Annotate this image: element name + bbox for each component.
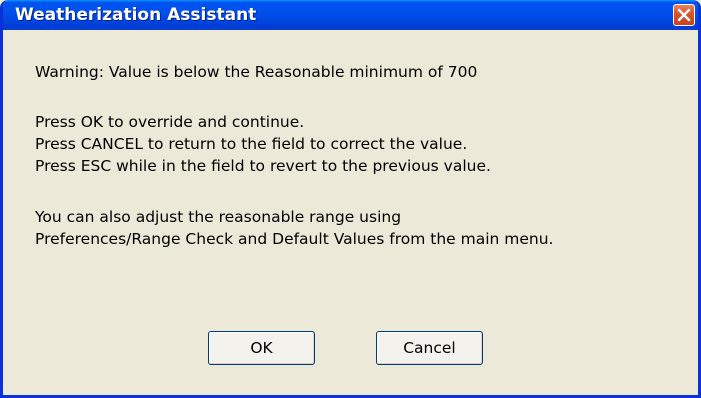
window-title: Weatherization Assistant [15, 5, 257, 25]
instruction-esc: Press ESC while in the field to revert t… [35, 157, 491, 175]
close-button[interactable] [673, 4, 695, 26]
dialog-window: Weatherization Assistant Warning: Value … [0, 0, 701, 398]
range-hint-line1: You can also adjust the reasonable range… [35, 208, 402, 226]
instruction-cancel: Press CANCEL to return to the field to c… [35, 135, 468, 153]
dialog-body: Warning: Value is below the Reasonable m… [3, 30, 698, 395]
cancel-button[interactable]: Cancel [376, 331, 483, 365]
range-hint-line2: Preferences/Range Check and Default Valu… [35, 230, 554, 248]
close-icon [677, 8, 691, 22]
title-bar[interactable]: Weatherization Assistant [3, 0, 698, 30]
warning-text: Warning: Value is below the Reasonable m… [35, 63, 478, 81]
ok-button[interactable]: OK [208, 331, 315, 365]
instruction-ok: Press OK to override and continue. [35, 113, 305, 131]
